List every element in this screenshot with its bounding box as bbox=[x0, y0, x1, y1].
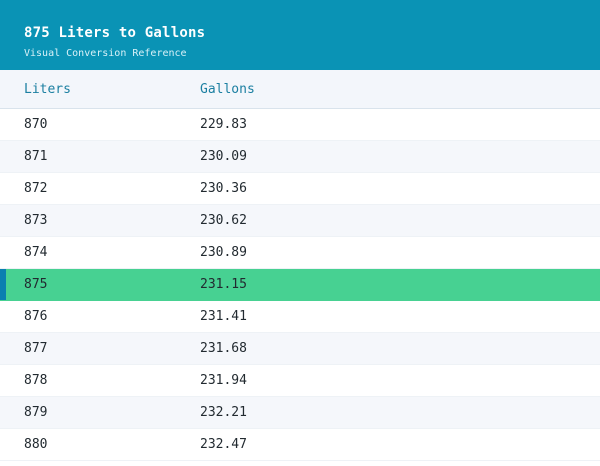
table-row: 871 230.09 bbox=[0, 141, 600, 173]
gallons-cell: 231.68 bbox=[200, 341, 247, 356]
table-row: 873 230.62 bbox=[0, 205, 600, 237]
liters-cell: 870 bbox=[24, 117, 48, 132]
table-row: 876 231.41 bbox=[0, 301, 600, 333]
conversion-card: 875 Liters to Gallons Visual Conversion … bbox=[0, 0, 600, 466]
table-row: 878 231.94 bbox=[0, 365, 600, 397]
header: 875 Liters to Gallons Visual Conversion … bbox=[0, 0, 600, 70]
table-row: 879 232.21 bbox=[0, 397, 600, 429]
liters-cell: 874 bbox=[24, 245, 48, 260]
liters-cell: 880 bbox=[24, 437, 48, 452]
gallons-cell: 232.21 bbox=[200, 405, 247, 420]
liters-cell: 878 bbox=[24, 373, 48, 388]
liters-cell: 877 bbox=[24, 341, 48, 356]
gallons-cell: 230.09 bbox=[200, 149, 247, 164]
page-title: 875 Liters to Gallons bbox=[24, 25, 206, 41]
liters-cell: 876 bbox=[24, 309, 48, 324]
liters-cell: 871 bbox=[24, 149, 48, 164]
liters-cell: 873 bbox=[24, 213, 48, 228]
page-subtitle: Visual Conversion Reference bbox=[24, 48, 187, 59]
table-row: 872 230.36 bbox=[0, 173, 600, 205]
liters-cell: 879 bbox=[24, 405, 48, 420]
gallons-cell: 229.83 bbox=[200, 117, 247, 132]
table-row-highlighted: 875 231.15 bbox=[0, 269, 600, 301]
table-row: 870 229.83 bbox=[0, 109, 600, 141]
column-header-gallons: Gallons bbox=[200, 81, 255, 97]
column-header-liters: Liters bbox=[24, 81, 71, 97]
gallons-cell: 231.94 bbox=[200, 373, 247, 388]
gallons-cell: 230.89 bbox=[200, 245, 247, 260]
gallons-cell: 231.15 bbox=[200, 277, 247, 292]
table-row: 874 230.89 bbox=[0, 237, 600, 269]
table-body: 870 229.83 871 230.09 872 230.36 873 230… bbox=[0, 109, 600, 461]
gallons-cell: 230.62 bbox=[200, 213, 247, 228]
gallons-cell: 231.41 bbox=[200, 309, 247, 324]
liters-cell: 875 bbox=[24, 277, 48, 292]
table-header: Liters Gallons bbox=[0, 70, 600, 109]
table-row: 877 231.68 bbox=[0, 333, 600, 365]
gallons-cell: 230.36 bbox=[200, 181, 247, 196]
table-row: 880 232.47 bbox=[0, 429, 600, 461]
liters-cell: 872 bbox=[24, 181, 48, 196]
gallons-cell: 232.47 bbox=[200, 437, 247, 452]
